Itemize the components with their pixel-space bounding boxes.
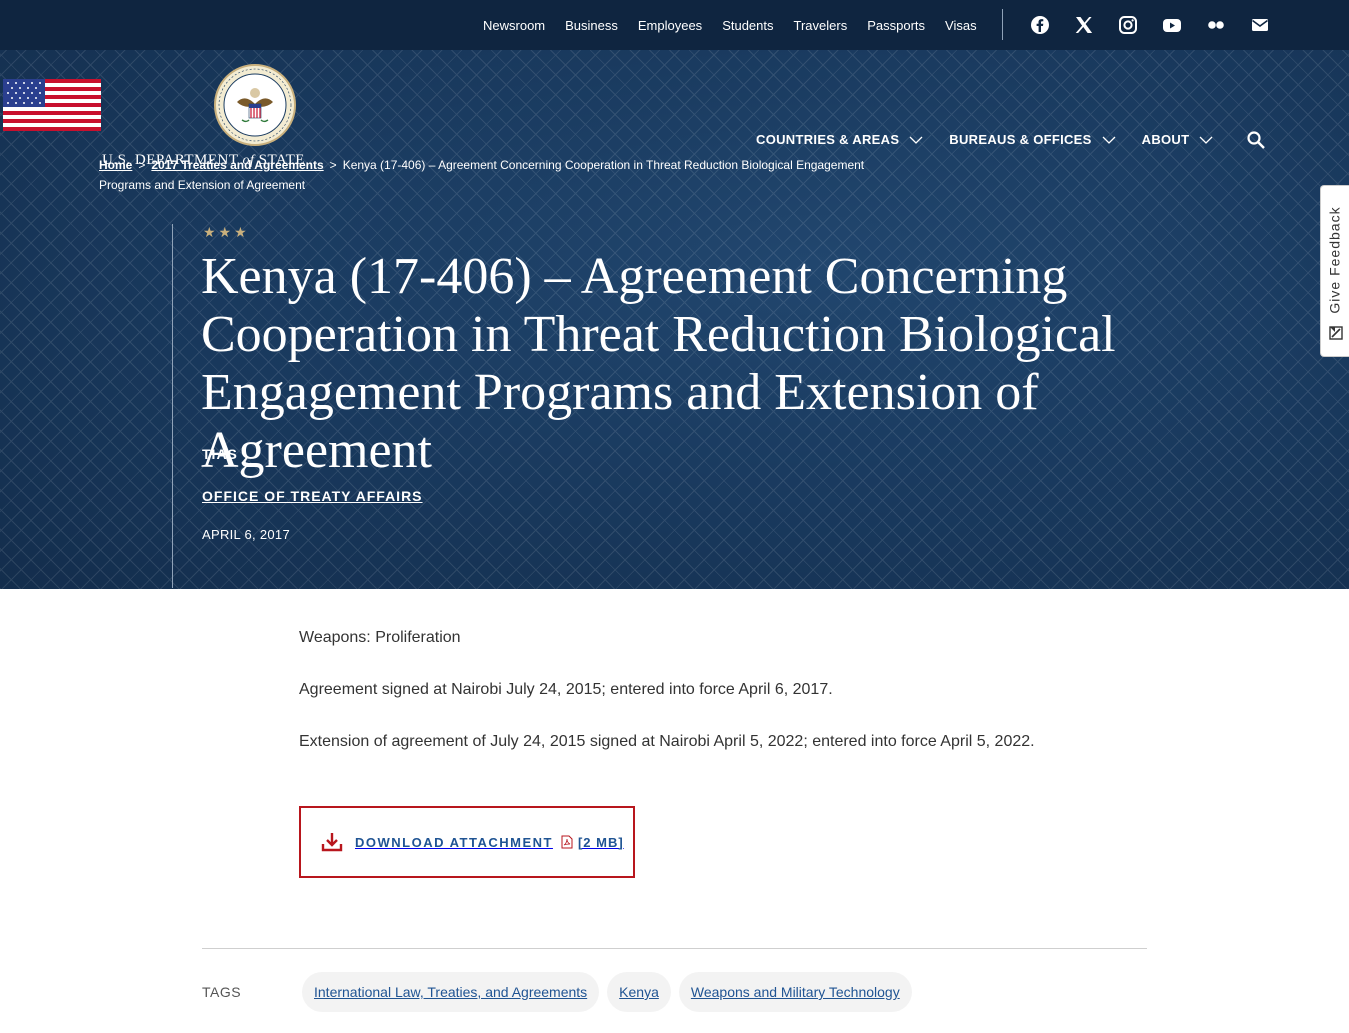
email-icon[interactable] [1248, 13, 1272, 37]
tag-international-law[interactable]: International Law, Treaties, and Agreeme… [302, 972, 600, 1012]
nav-countries-areas[interactable]: COUNTRIES & AREAS [756, 132, 923, 147]
nav-bureaus-offices-label: BUREAUS & OFFICES [949, 132, 1092, 147]
give-feedback-tab[interactable]: Give Feedback [1320, 185, 1349, 357]
chevron-down-icon [909, 136, 923, 144]
download-attachment-button[interactable]: DOWNLOAD ATTACHMENT [2 MB] [299, 806, 635, 878]
content-divider [202, 948, 1147, 949]
content-paragraph-signed: Agreement signed at Nairobi July 24, 201… [299, 681, 833, 698]
social-links [1028, 13, 1272, 37]
utility-link-students[interactable]: Students [722, 18, 773, 33]
download-label: DOWNLOAD ATTACHMENT [355, 834, 553, 850]
breadcrumb-home[interactable]: Home [99, 158, 132, 172]
feedback-icon [1329, 326, 1343, 340]
hero-banner: U.S. DEPARTMENT of STATE COUNTRIES & ARE… [0, 50, 1349, 589]
utility-divider [1002, 9, 1003, 40]
tags-label: TAGS [202, 984, 242, 1000]
hero-vertical-rule [172, 224, 173, 588]
nav-about[interactable]: ABOUT [1142, 132, 1214, 147]
breadcrumb-parent[interactable]: 2017 Treaties and Agreements [151, 158, 323, 172]
top-utility-bar: Newsroom Business Employees Students Tra… [0, 0, 1349, 50]
tag-weapons-military-technology[interactable]: Weapons and Military Technology [678, 972, 912, 1012]
utility-link-passports[interactable]: Passports [867, 18, 925, 33]
office-link[interactable]: OFFICE OF TREATY AFFAIRS [202, 488, 423, 504]
stars-ornament: ★★★ [203, 224, 250, 240]
chevron-down-icon [1102, 136, 1116, 144]
utility-link-newsroom[interactable]: Newsroom [483, 18, 545, 33]
search-icon[interactable] [1246, 130, 1266, 150]
nav-bureaus-offices[interactable]: BUREAUS & OFFICES [949, 132, 1116, 147]
nav-countries-areas-label: COUNTRIES & AREAS [756, 132, 900, 147]
us-flag-icon [3, 79, 101, 131]
give-feedback-label: Give Feedback [1327, 206, 1344, 314]
department-seal-icon [214, 64, 296, 146]
publish-date: APRIL 6, 2017 [202, 527, 290, 542]
bureau-label: TIAS [202, 446, 238, 462]
breadcrumb-separator: > [329, 158, 337, 172]
pdf-file-icon [561, 835, 573, 849]
utility-link-business[interactable]: Business [565, 18, 618, 33]
breadcrumb: Home >2017 Treaties and Agreements > Kenya … [99, 155, 899, 195]
utility-nav: Newsroom Business Employees Students Tra… [483, 0, 977, 50]
chevron-down-icon [1199, 136, 1213, 144]
download-icon [321, 833, 343, 852]
breadcrumb-separator: > [138, 158, 146, 172]
youtube-icon[interactable] [1160, 13, 1184, 37]
x-icon[interactable] [1072, 13, 1096, 37]
nav-about-label: ABOUT [1141, 132, 1190, 147]
download-size: [2 MB] [577, 834, 624, 850]
page-title: Kenya (17-406) – Agreement Concerning Co… [201, 248, 1116, 479]
utility-link-visas[interactable]: Visas [945, 18, 977, 33]
instagram-icon[interactable] [1116, 13, 1140, 37]
content-paragraph-category: Weapons: Proliferation [299, 629, 461, 646]
main-nav: COUNTRIES & AREAS BUREAUS & OFFICES ABOU… [756, 132, 1213, 147]
utility-link-employees[interactable]: Employees [638, 18, 702, 33]
give-feedback-label-wrap: Give Feedback [1323, 200, 1347, 320]
utility-link-travelers[interactable]: Travelers [794, 18, 848, 33]
facebook-icon[interactable] [1028, 13, 1052, 37]
content-paragraph-extension: Extension of agreement of July 24, 2015 … [299, 733, 1035, 750]
flickr-icon[interactable] [1204, 13, 1228, 37]
tag-kenya[interactable]: Kenya [607, 972, 671, 1012]
tags-list: International Law, Treaties, and Agreeme… [302, 972, 912, 1012]
